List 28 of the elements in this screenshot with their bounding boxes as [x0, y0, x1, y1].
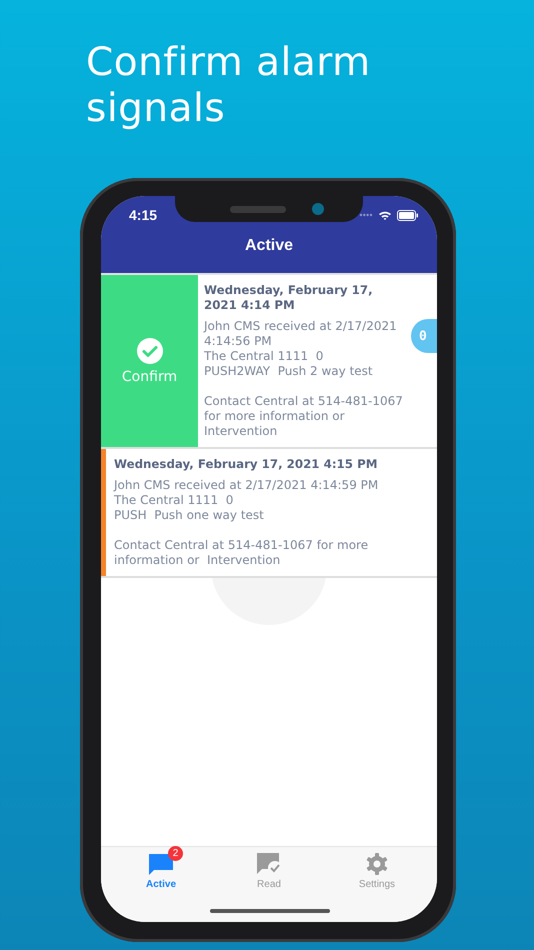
alert-text: John CMS received at 2/17/2021 4:14:56 PM [204, 319, 398, 349]
alert-date: Wednesday, February 17, 2021 4:14 PM [204, 283, 374, 313]
checkmark-icon [136, 337, 164, 365]
confirm-button[interactable]: Confirm [101, 275, 198, 447]
alert-text: Contact Central at 514-481-1067 for more information or Intervention [204, 394, 404, 439]
settings-icon [365, 852, 389, 876]
alert-card[interactable] [101, 275, 437, 449]
status-time: 4:15 [129, 207, 158, 223]
alert-text: John CMS received at 2/17/2021 4:14:59 PM [114, 478, 380, 493]
tab[interactable]: Settings [337, 847, 417, 893]
screen-title: Active [244, 237, 294, 255]
battery-icon [397, 210, 419, 220]
alert-text: The Central 1111 0 [204, 349, 324, 364]
signal-icon [359, 213, 373, 217]
count-badge: 2 [168, 846, 183, 861]
tab[interactable]: Read [229, 847, 309, 893]
wifi-icon [378, 210, 392, 220]
alert-text: PUSH2WAY Push 2 way test [204, 364, 374, 379]
alert-text: Contact Central at 514-481-1067 for more information or Intervention [114, 538, 370, 568]
read-message-icon [256, 852, 282, 876]
alert-text: The Central 1111 0 [114, 493, 234, 508]
alert-date: Wednesday, February 17, 2021 4:15 PM [114, 457, 378, 472]
alert-text: PUSH Push one way test [114, 508, 265, 523]
tab[interactable]: 2 Active [121, 847, 201, 893]
headline: Confirm alarm signals [86, 40, 372, 132]
chat-bubble-icon [148, 852, 174, 876]
alert-card[interactable]: Wednesday, February 17, 2021 4:15 PM John CMS received at 2/17/2021 4:14:59 PM The Central 1111 0 PUSH Push one way test Contact Central at 514-481-1067 for more information or Intervention [101, 449, 437, 578]
side-action-button[interactable]: 0 [411, 319, 437, 353]
